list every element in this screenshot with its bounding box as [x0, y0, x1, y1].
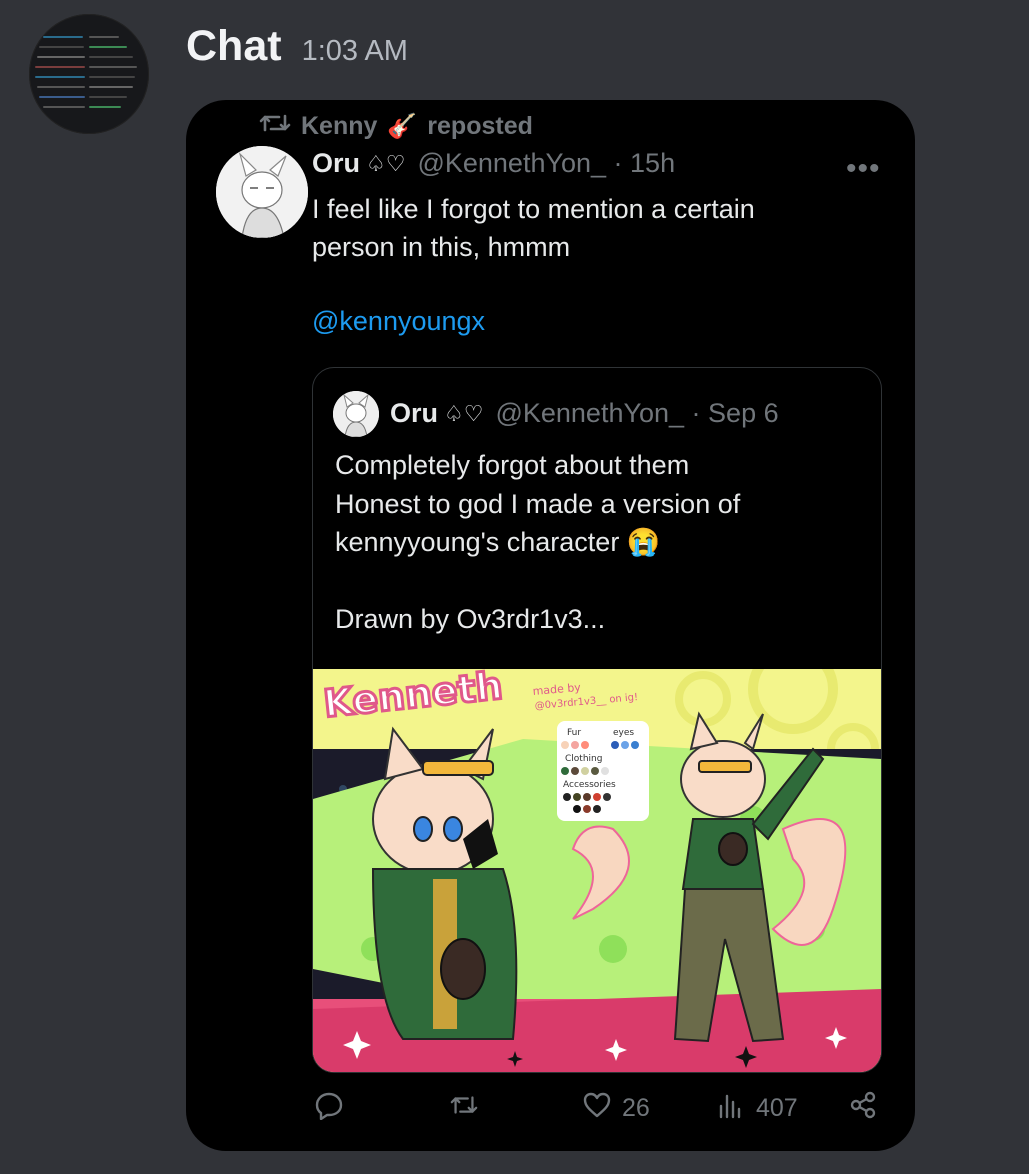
views-icon [716, 1090, 746, 1127]
quoted-author-suits: ♤♡ [444, 400, 484, 426]
reply-icon [314, 1090, 344, 1127]
character-artwork-image[interactable]: Kenneth made by @0v3rdr1v3__ on ig! Fur … [313, 669, 881, 1072]
tweet-author-suits: ♤♡ [366, 150, 406, 176]
quoted-author-handle: @KennethYon_ · Sep 6 [495, 398, 779, 428]
share-icon [848, 1090, 878, 1127]
quoted-tweet[interactable]: Oru ♤♡ @KennethYon_ · Sep 6 Completely f… [312, 367, 882, 1073]
repost-small-icon [259, 110, 291, 143]
quoted-tweet-text: Completely forgot about them Honest to g… [335, 450, 741, 634]
user-avatar[interactable] [29, 14, 149, 134]
views-button[interactable]: 407 [716, 1090, 798, 1127]
message-username[interactable]: Chat [186, 22, 282, 71]
svg-text:Fur: Fur [567, 728, 581, 738]
tweet-author-name[interactable]: Oru [312, 148, 360, 179]
like-count: 26 [622, 1094, 650, 1122]
tweet-author-handle: @KennethYon_ · 15h [417, 148, 676, 178]
message-timestamp: 1:03 AM [301, 35, 408, 67]
reply-button[interactable] [314, 1090, 344, 1127]
tweet-author-avatar [216, 146, 308, 238]
share-button[interactable] [848, 1090, 878, 1127]
tweet-screenshot[interactable]: Kenny 🎸 reposted Oru ♤♡ @KennethYon_ · 1… [186, 100, 915, 1151]
repost-username: Kenny [301, 112, 378, 140]
heart-icon [582, 1090, 612, 1127]
more-horizontal-icon[interactable]: ••• [846, 152, 881, 186]
tweet-actions: 26 407 [186, 1090, 915, 1130]
repost-button[interactable] [449, 1090, 479, 1127]
message-header: Chat 1:03 AM [186, 22, 408, 71]
like-button[interactable]: 26 [582, 1090, 650, 1127]
repost-label: reposted [427, 112, 533, 140]
tweet-text: I feel like I forgot to mention a certai… [312, 194, 755, 262]
svg-text:Accessories: Accessories [563, 780, 616, 790]
views-count: 407 [756, 1094, 798, 1122]
quoted-tweet-header: Oru ♤♡ @KennethYon_ · Sep 6 [390, 398, 779, 429]
svg-text:Clothing: Clothing [565, 754, 602, 764]
guitar-emoji: 🎸 [387, 113, 418, 140]
tweet-header: Oru ♤♡ @KennethYon_ · 15h [312, 148, 675, 179]
repost-indicator: Kenny 🎸 reposted [259, 110, 533, 143]
svg-text:eyes: eyes [613, 728, 634, 738]
quoted-author-avatar [333, 391, 379, 437]
quoted-author-name[interactable]: Oru [390, 398, 438, 429]
repost-icon [449, 1090, 479, 1127]
tweet-mention-link[interactable]: @kennyoungx [312, 306, 485, 337]
